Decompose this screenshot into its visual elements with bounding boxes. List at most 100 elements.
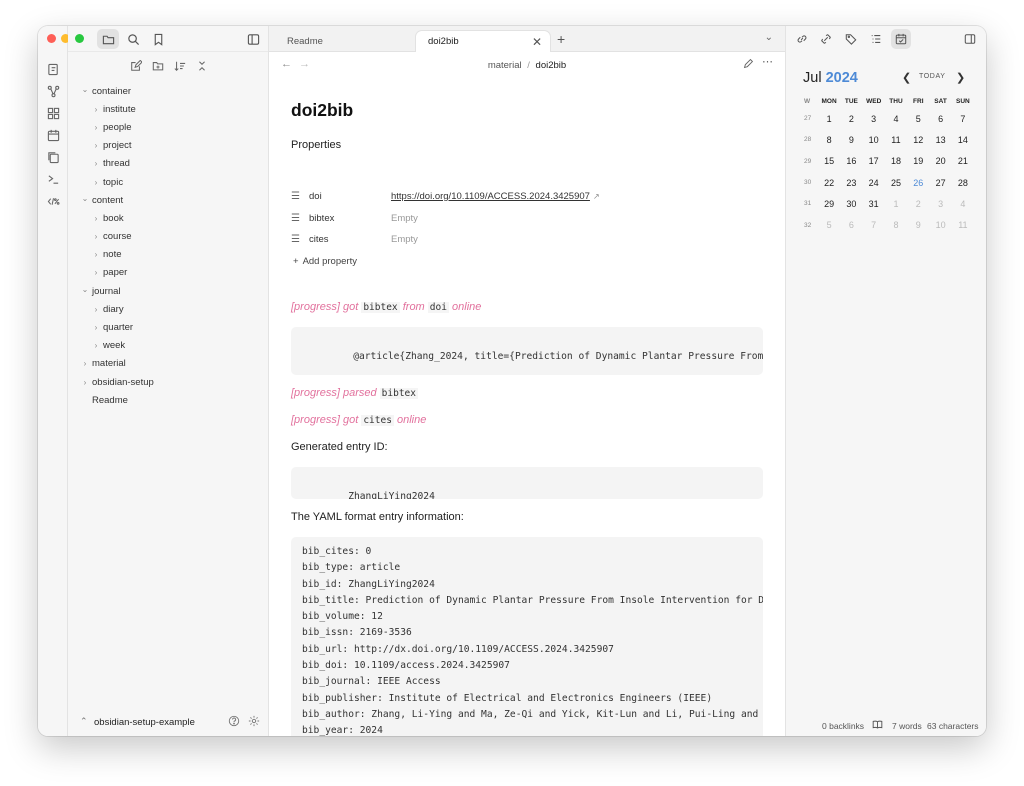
backlinks-icon[interactable] bbox=[792, 29, 812, 49]
properties-heading[interactable]: Properties bbox=[291, 139, 341, 151]
tab-readme[interactable]: Readme bbox=[275, 30, 415, 52]
collapse-all-icon[interactable] bbox=[194, 58, 210, 74]
canvas-icon[interactable] bbox=[38, 102, 68, 124]
calendar-day[interactable]: 10 bbox=[863, 135, 885, 145]
folder-item[interactable]: › obsidian-setup bbox=[68, 373, 268, 391]
more-options-icon[interactable]: ⋯ bbox=[762, 55, 773, 68]
folder-item[interactable]: › note bbox=[68, 246, 268, 264]
toggle-left-sidebar-icon[interactable] bbox=[242, 29, 264, 49]
property-bibtex[interactable]: ☰ bibtex Empty bbox=[291, 210, 763, 226]
edit-mode-pencil-icon[interactable] bbox=[743, 58, 754, 72]
folder-item[interactable]: › institute bbox=[68, 100, 268, 118]
week-number[interactable]: 28 bbox=[798, 136, 818, 143]
property-key[interactable]: bibtex bbox=[309, 213, 391, 224]
calendar-day[interactable]: 20 bbox=[929, 156, 951, 166]
vault-name[interactable]: obsidian-setup-example bbox=[94, 717, 195, 728]
note-title[interactable]: doi2bib bbox=[291, 100, 353, 121]
calendar-day[interactable]: 1 bbox=[818, 114, 840, 124]
calendar-day[interactable]: 8 bbox=[818, 135, 840, 145]
calendar-day[interactable]: 9 bbox=[840, 135, 862, 145]
week-number[interactable]: 32 bbox=[798, 222, 818, 229]
week-number[interactable]: 30 bbox=[798, 179, 818, 186]
calendar-day[interactable]: 8 bbox=[885, 220, 907, 230]
calendar-day[interactable]: 4 bbox=[952, 199, 974, 209]
folder-item[interactable]: › course bbox=[68, 228, 268, 246]
calendar-day[interactable]: 16 bbox=[840, 156, 862, 166]
calendar-day[interactable]: 5 bbox=[907, 114, 929, 124]
calendar-day[interactable]: 7 bbox=[863, 220, 885, 230]
breadcrumb-current[interactable]: doi2bib bbox=[536, 60, 567, 71]
bookmarks-tab-icon[interactable] bbox=[147, 29, 169, 49]
backlinks-count[interactable]: 0 backlinks bbox=[822, 721, 864, 731]
folder-item[interactable]: › diary bbox=[68, 300, 268, 318]
calendar-tab-icon[interactable] bbox=[891, 29, 911, 49]
calendar-day[interactable]: 7 bbox=[952, 114, 974, 124]
folder-item[interactable]: ⌄ content bbox=[68, 191, 268, 209]
calendar-day[interactable]: 9 bbox=[907, 220, 929, 230]
calendar-day[interactable]: 31 bbox=[863, 199, 885, 209]
yaml-code-block[interactable]: bib_cites: 0 bib_type: article bib_id: Zha… bbox=[291, 537, 763, 736]
calendar-day[interactable]: 22 bbox=[818, 178, 840, 188]
new-tab-icon[interactable]: + bbox=[557, 31, 565, 47]
calendar-day[interactable]: 15 bbox=[818, 156, 840, 166]
calendar-day[interactable]: 19 bbox=[907, 156, 929, 166]
close-window-button[interactable] bbox=[47, 34, 56, 43]
week-number[interactable]: 29 bbox=[798, 158, 818, 165]
calendar-day[interactable]: 25 bbox=[885, 178, 907, 188]
templater-icon[interactable] bbox=[38, 190, 68, 212]
calendar-day[interactable]: 12 bbox=[907, 135, 929, 145]
property-key[interactable]: doi bbox=[309, 191, 391, 202]
calendar-day[interactable]: 11 bbox=[952, 220, 974, 230]
bibtex-code-block[interactable]: @article{Zhang_2024, title={Prediction o… bbox=[291, 327, 763, 375]
outgoing-links-icon[interactable] bbox=[816, 29, 836, 49]
breadcrumb-folder[interactable]: material bbox=[488, 60, 522, 71]
folder-item[interactable]: ⌄ container bbox=[68, 82, 268, 100]
daily-note-calendar-icon[interactable] bbox=[38, 124, 68, 146]
folder-item[interactable]: › people bbox=[68, 118, 268, 136]
templates-icon[interactable] bbox=[38, 146, 68, 168]
folder-item[interactable]: › material bbox=[68, 355, 268, 373]
calendar-day[interactable]: 2 bbox=[840, 114, 862, 124]
property-value[interactable]: Empty bbox=[391, 213, 418, 224]
week-number[interactable]: 31 bbox=[798, 200, 818, 207]
new-folder-icon[interactable] bbox=[150, 58, 166, 74]
previous-month-icon[interactable]: ❮ bbox=[902, 71, 911, 84]
property-key[interactable]: cites bbox=[309, 234, 391, 245]
reading-view-icon[interactable] bbox=[872, 719, 883, 732]
sort-order-icon[interactable] bbox=[172, 58, 188, 74]
calendar-day[interactable]: 30 bbox=[840, 199, 862, 209]
calendar-day[interactable]: 6 bbox=[929, 114, 951, 124]
calendar-day[interactable]: 5 bbox=[818, 220, 840, 230]
calendar-day[interactable]: 1 bbox=[885, 199, 907, 209]
calendar-day[interactable]: 6 bbox=[840, 220, 862, 230]
command-palette-icon[interactable] bbox=[38, 168, 68, 190]
calendar-day[interactable]: 21 bbox=[952, 156, 974, 166]
tab-doi2bib[interactable]: doi2bib ✕ bbox=[415, 30, 551, 52]
next-month-icon[interactable]: ❯ bbox=[956, 71, 965, 84]
file-item[interactable]: Readme bbox=[68, 391, 268, 409]
files-tab-icon[interactable] bbox=[97, 29, 119, 49]
calendar-day[interactable]: 28 bbox=[952, 178, 974, 188]
calendar-day[interactable]: 27 bbox=[929, 178, 951, 188]
folder-item[interactable]: ⌄ journal bbox=[68, 282, 268, 300]
vault-switch-icon[interactable]: ⌃ bbox=[80, 716, 88, 727]
folder-item[interactable]: › thread bbox=[68, 155, 268, 173]
settings-gear-icon[interactable] bbox=[248, 715, 260, 727]
calendar-day[interactable]: 29 bbox=[818, 199, 840, 209]
calendar-day[interactable]: 3 bbox=[929, 199, 951, 209]
calendar-day[interactable]: 13 bbox=[929, 135, 951, 145]
calendar-day[interactable]: 4 bbox=[885, 114, 907, 124]
calendar-day[interactable]: 14 bbox=[952, 135, 974, 145]
property-cites[interactable]: ☰ cites Empty bbox=[291, 231, 763, 247]
calendar-day[interactable]: 2 bbox=[907, 199, 929, 209]
folder-item[interactable]: › project bbox=[68, 137, 268, 155]
folder-item[interactable]: › week bbox=[68, 337, 268, 355]
toggle-right-sidebar-icon[interactable] bbox=[960, 29, 980, 49]
tags-icon[interactable] bbox=[841, 29, 861, 49]
property-value[interactable]: Empty bbox=[391, 234, 418, 245]
tab-list-chevron-icon[interactable]: ⌄ bbox=[765, 32, 773, 43]
folder-item[interactable]: › book bbox=[68, 209, 268, 227]
calendar-day[interactable]: 24 bbox=[863, 178, 885, 188]
outline-icon[interactable] bbox=[866, 29, 886, 49]
folder-item[interactable]: › paper bbox=[68, 264, 268, 282]
